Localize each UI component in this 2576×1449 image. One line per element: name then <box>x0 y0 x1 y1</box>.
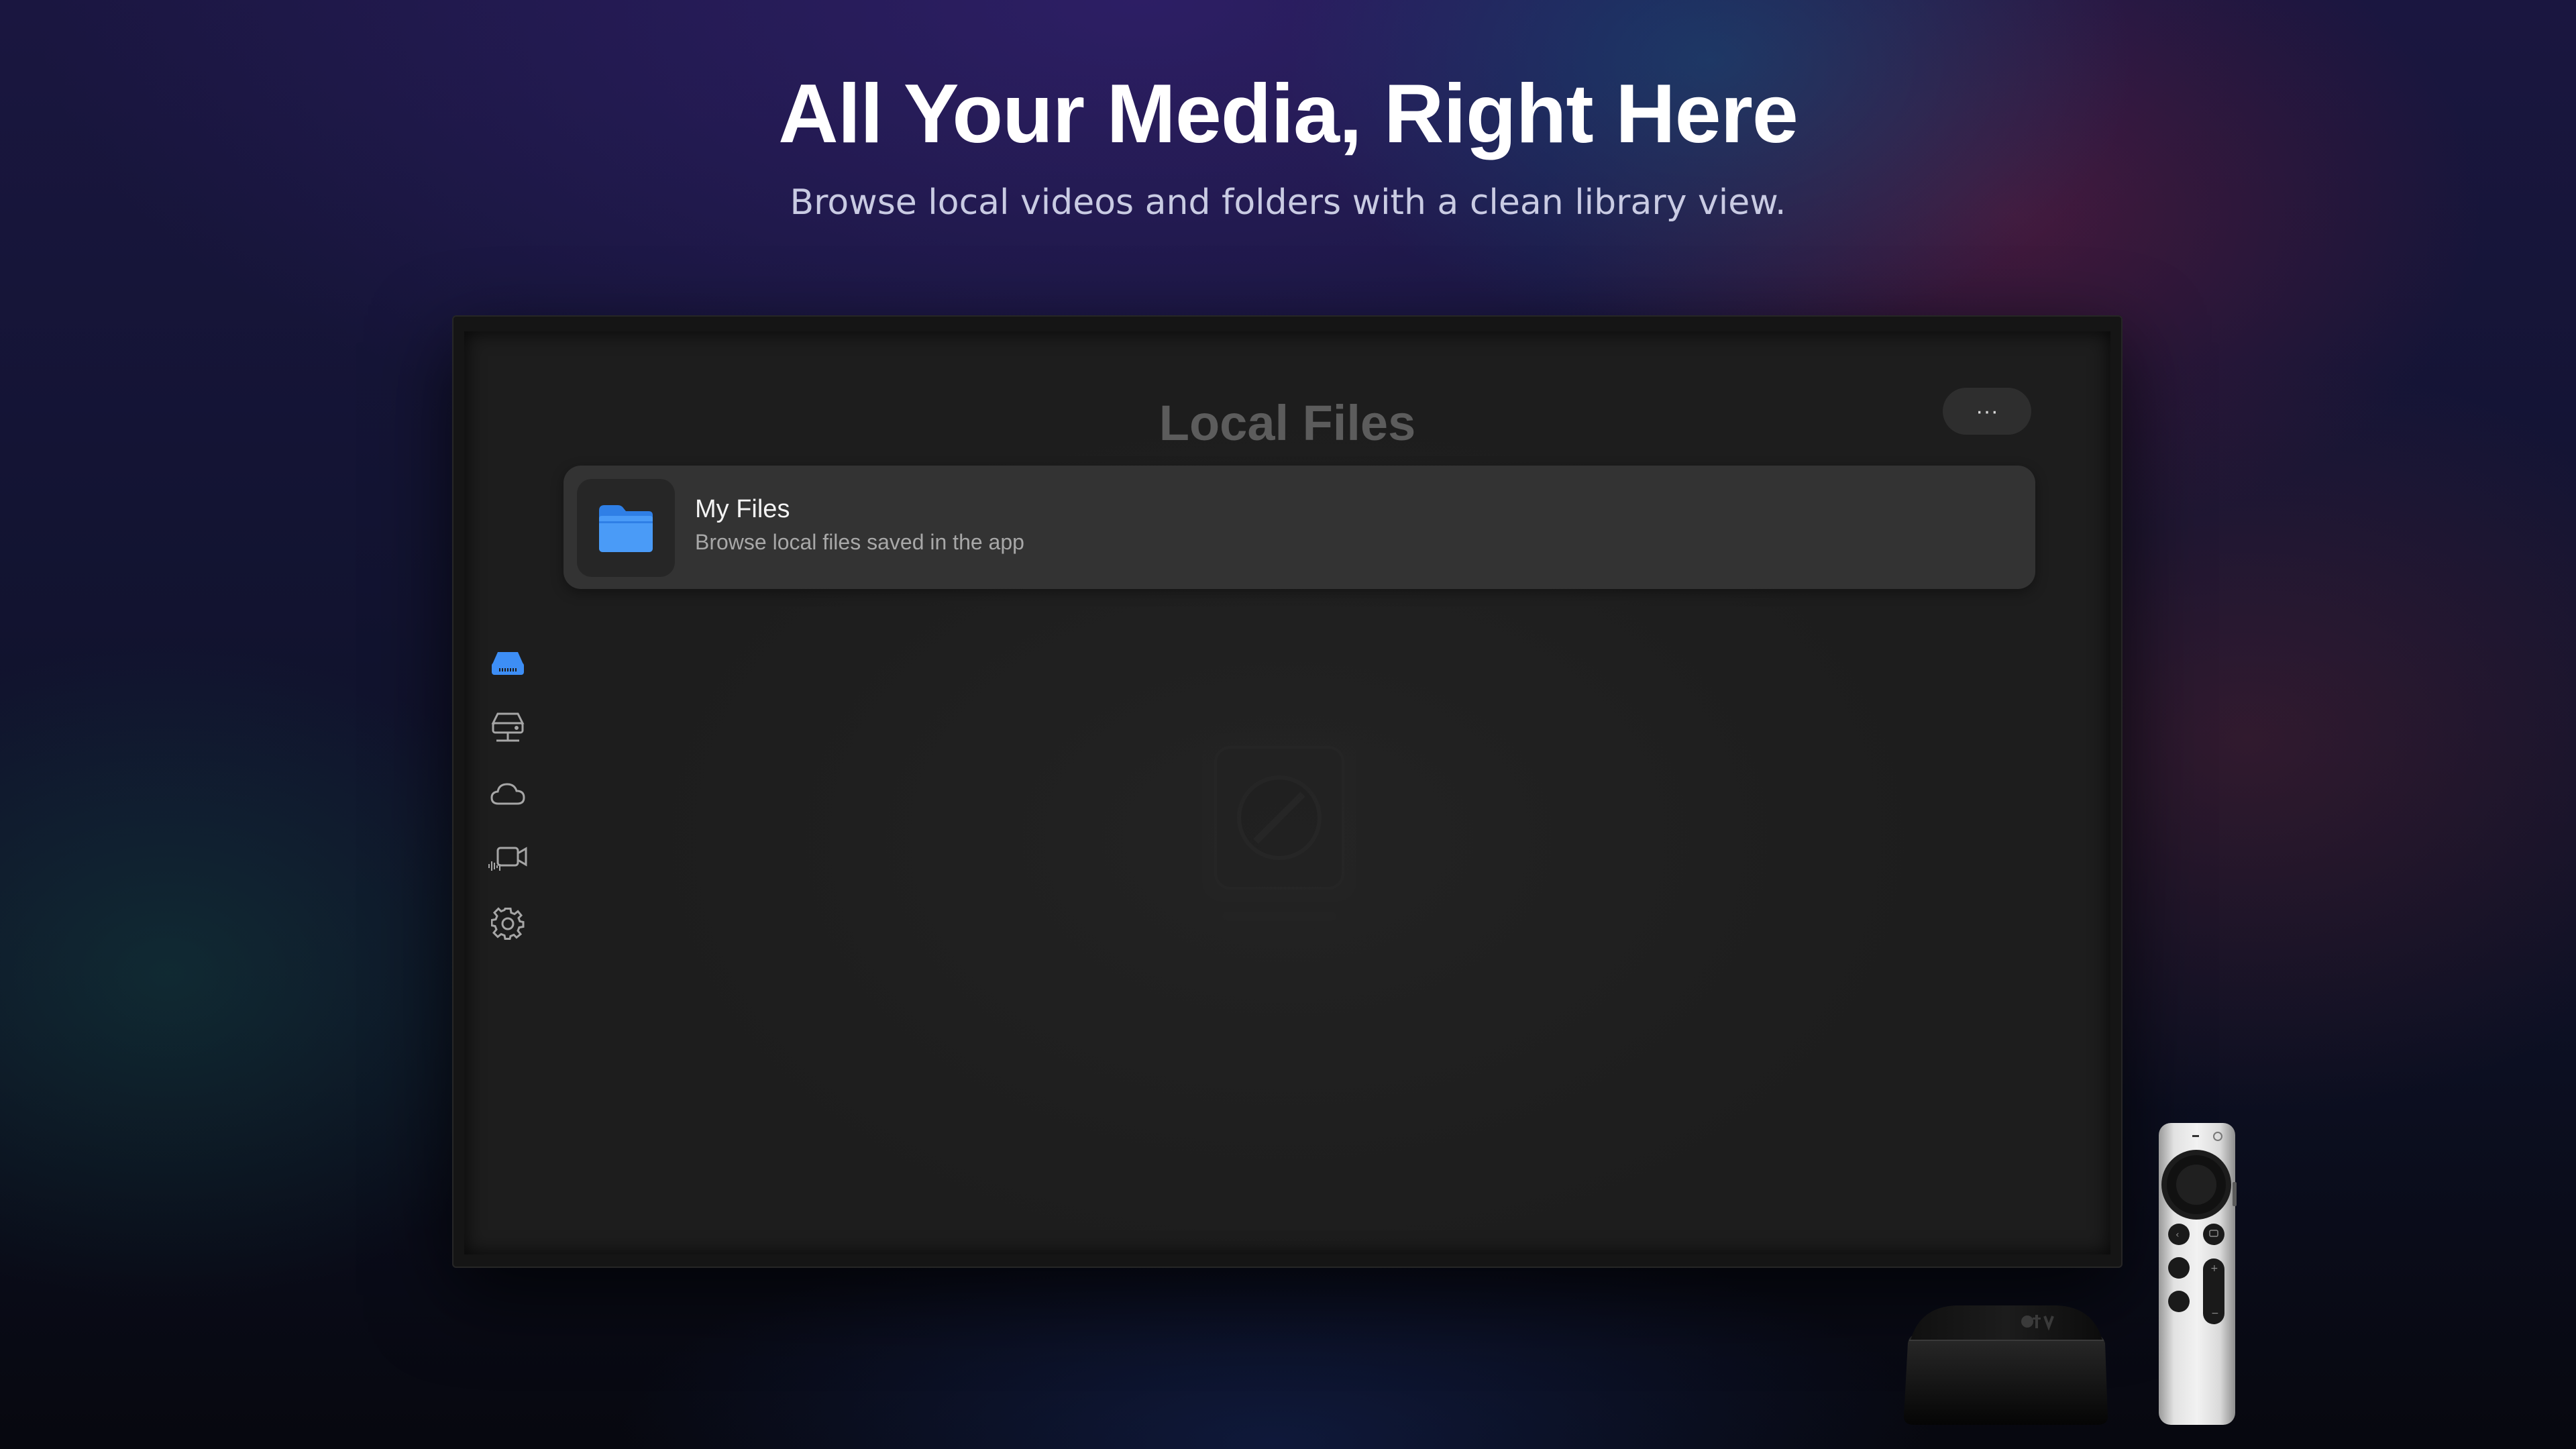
my-files-card[interactable]: My Files Browse local files saved in the… <box>564 466 2035 589</box>
sidebar-item-local[interactable] <box>484 640 531 687</box>
gear-icon <box>491 907 525 940</box>
svg-text:+: + <box>2210 1263 2218 1274</box>
page-title: Local Files <box>1159 395 1416 451</box>
sidebar-item-settings[interactable] <box>484 900 531 947</box>
card-title: My Files <box>695 495 790 523</box>
network-server-icon <box>491 712 525 742</box>
card-subtitle: Browse local files saved in the app <box>695 530 1024 554</box>
tv-screen: Local Files ··· My Files Browse local fi… <box>464 331 2110 1254</box>
sidebar-item-network[interactable] <box>484 705 531 752</box>
svg-text:−: − <box>2211 1308 2219 1319</box>
video-camera-icon <box>488 847 527 871</box>
more-options-button[interactable]: ··· <box>1943 388 2031 435</box>
folder-icon <box>577 479 675 577</box>
sidebar <box>484 640 531 965</box>
apple-tv-device <box>1896 1303 2116 1428</box>
sidebar-item-camera[interactable] <box>484 835 531 882</box>
ellipsis-icon: ··· <box>1976 398 1998 424</box>
hero-title: All Your Media, Right Here <box>778 68 1799 160</box>
tv-frame: Local Files ··· My Files Browse local fi… <box>452 315 2123 1268</box>
empty-state-illustration <box>1189 727 1370 949</box>
hero-subtitle: Browse local videos and folders with a c… <box>790 182 1786 223</box>
local-drive-icon <box>492 652 524 675</box>
siri-remote: ‹ + − <box>2156 1122 2238 1426</box>
svg-text:‹: ‹ <box>2176 1230 2180 1240</box>
sidebar-item-cloud[interactable] <box>484 770 531 817</box>
marketing-canvas: All Your Media, Right Here Browse local … <box>0 0 2576 1449</box>
cloud-icon <box>490 783 525 805</box>
